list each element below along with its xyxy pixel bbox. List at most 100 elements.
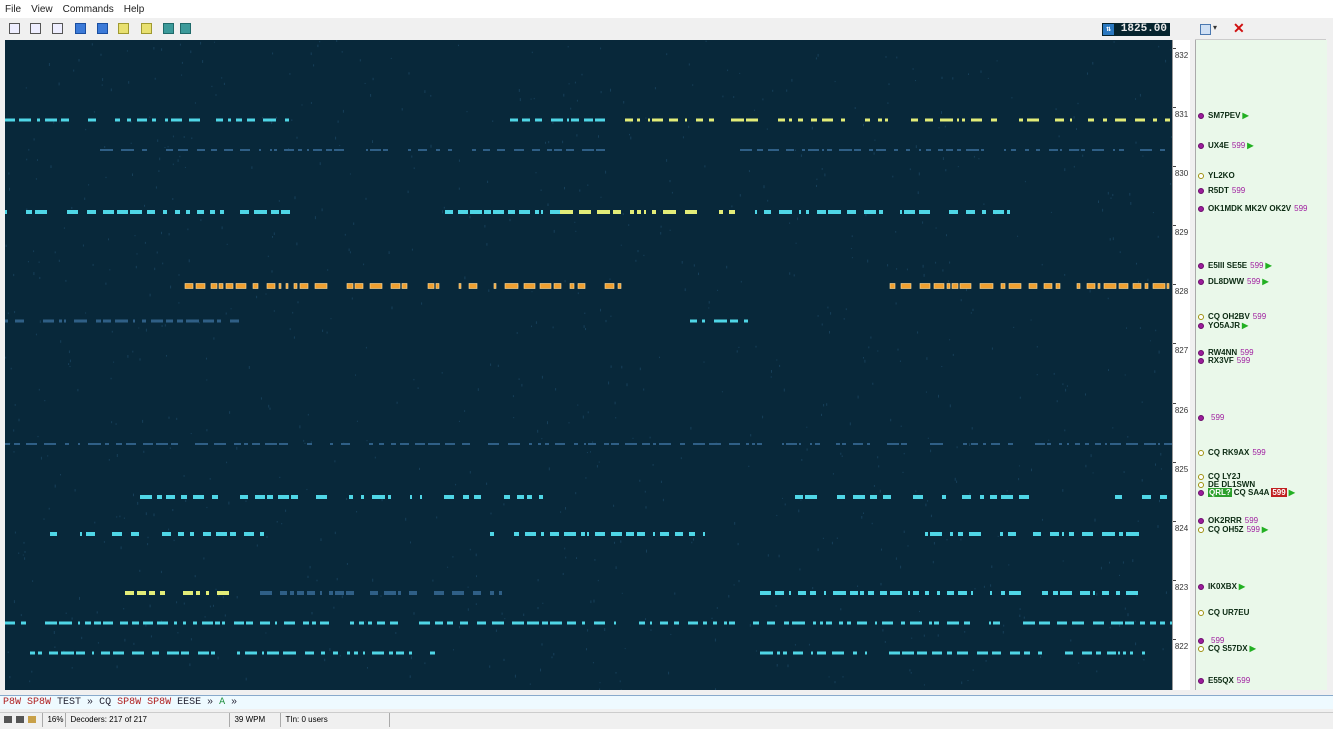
dropdown-icon[interactable] — [1200, 24, 1211, 35]
signal-trace-segment — [428, 443, 440, 445]
noise-speck — [58, 259, 60, 262]
camera-icon[interactable] — [9, 23, 20, 34]
signal-trace-segment — [703, 532, 705, 536]
save-icon[interactable] — [97, 23, 108, 34]
play-arrow-icon[interactable]: ▶ — [1250, 644, 1256, 653]
waterfall-display[interactable] — [5, 40, 1172, 690]
play-arrow-icon[interactable]: ▶ — [1262, 525, 1268, 534]
signal-trace-segment — [832, 651, 844, 655]
spot-item[interactable]: RX3VF 599 — [1198, 356, 1250, 366]
noise-speck — [817, 315, 819, 317]
noise-speck — [366, 440, 368, 442]
noise-speck — [1136, 595, 1138, 597]
notepad-icon[interactable] — [141, 23, 152, 34]
signal-trace-segment — [210, 283, 218, 289]
signal-trace-segment — [595, 532, 605, 536]
download-icon[interactable] — [75, 23, 86, 34]
chart-icon[interactable] — [28, 716, 37, 724]
marker-icon[interactable] — [118, 23, 129, 34]
noise-speck — [44, 400, 46, 402]
keyboard-icon[interactable] — [30, 23, 41, 34]
spot-item[interactable]: YO5AJR ▶ — [1198, 321, 1248, 331]
signal-trace-segment — [979, 283, 994, 289]
noise-speck — [985, 660, 987, 662]
spot-item[interactable]: OK1MDK MK2V OK2V 599 — [1198, 204, 1307, 214]
noise-speck — [1134, 620, 1136, 623]
spot-item[interactable]: UX4E 599 ▶ — [1198, 141, 1253, 151]
monitor-icon[interactable] — [4, 716, 12, 724]
noise-speck — [531, 51, 533, 54]
signal-trace-segment — [847, 621, 851, 625]
signal-trace-segment — [822, 149, 824, 151]
noise-speck — [1109, 238, 1111, 241]
noise-speck — [411, 248, 413, 251]
spot-item[interactable]: E5III SE5E 599 ▶ — [1198, 261, 1272, 271]
play-arrow-icon[interactable]: ▶ — [1289, 488, 1295, 497]
signal-trace-segment — [837, 495, 845, 499]
lock-icon[interactable] — [16, 716, 25, 724]
noise-speck — [346, 497, 348, 500]
noise-speck — [1158, 350, 1160, 354]
noise-speck — [956, 446, 958, 449]
play-arrow-icon[interactable]: ▶ — [1266, 261, 1272, 270]
spot-item[interactable]: E55QX 599 — [1198, 676, 1250, 686]
signal-trace-segment — [363, 651, 365, 655]
noise-speck — [35, 333, 37, 336]
spot-item[interactable]: CQ RK9AX 599 — [1198, 448, 1266, 458]
signal-trace-segment — [786, 149, 794, 151]
signal-trace-segment — [281, 210, 290, 214]
play-arrow-icon[interactable]: ▶ — [1239, 582, 1245, 591]
noise-speck — [738, 346, 740, 348]
spot-item[interactable]: 599 — [1198, 413, 1224, 423]
signal-trace-segment — [157, 621, 168, 625]
play-arrow-icon[interactable]: ▶ — [1242, 321, 1248, 330]
menu-view[interactable]: View — [26, 4, 58, 15]
spot-item[interactable]: SM7PEV ▶ — [1198, 111, 1249, 121]
menu-commands[interactable]: Commands — [58, 4, 119, 15]
spot-item[interactable]: R5DT 599 — [1198, 186, 1245, 196]
spot-item[interactable]: IK0XBX ▶ — [1198, 582, 1245, 592]
speaker-icon[interactable] — [52, 23, 63, 34]
zoom-icon[interactable] — [163, 23, 174, 34]
signal-trace-segment — [267, 495, 273, 499]
noise-speck — [564, 186, 565, 190]
noise-speck — [464, 276, 466, 280]
status-icons — [0, 713, 44, 727]
noise-speck — [102, 78, 104, 81]
spot-marker-icon — [1198, 414, 1204, 421]
close-icon[interactable]: ✕ — [1233, 20, 1245, 37]
spot-item[interactable]: CQ UR7EU — [1198, 608, 1249, 618]
noise-speck — [941, 366, 943, 368]
play-arrow-icon[interactable]: ▶ — [1242, 111, 1248, 120]
noise-speck — [854, 107, 856, 109]
decode-line: P8W SP8W TEST » CQ SP8W SP8W EESE » A » — [0, 695, 1333, 709]
signal-trace-segment — [724, 621, 727, 625]
signal-trace-segment — [130, 210, 142, 214]
lock-icon[interactable]: ⇅ — [1103, 24, 1114, 35]
noise-speck — [228, 501, 230, 505]
spot-list[interactable]: SM7PEV ▶ UX4E 599 ▶ YL2KO R5DT 599 OK1MDK MK2V O… — [1195, 40, 1327, 690]
noise-speck — [861, 516, 863, 519]
signal-trace-segment — [384, 591, 396, 595]
frequency-display[interactable]: ⇅ 1825.00 — [1102, 23, 1170, 36]
signal-trace-segment — [1069, 532, 1074, 536]
noise-speck — [800, 154, 802, 157]
spot-item[interactable]: CQ S57DX ▶ — [1198, 644, 1256, 654]
signal-trace-segment — [166, 319, 173, 323]
noise-speck — [236, 446, 238, 450]
spot-item[interactable]: CQ OH5Z 599 ▶ — [1198, 525, 1268, 535]
menu-help[interactable]: Help — [119, 4, 150, 15]
window-icon[interactable] — [180, 23, 191, 34]
play-arrow-icon[interactable]: ▶ — [1262, 277, 1268, 286]
noise-speck — [682, 136, 684, 139]
noise-speck — [92, 263, 94, 266]
spot-item[interactable]: YL2KO — [1198, 171, 1235, 181]
menu-file[interactable]: File — [0, 4, 26, 15]
play-arrow-icon[interactable]: ▶ — [1247, 141, 1253, 150]
noise-speck — [116, 665, 118, 669]
spot-item[interactable]: QRL? CQ SA4A 599 ▶ — [1198, 488, 1295, 498]
signal-trace-segment — [252, 283, 259, 289]
spot-item[interactable]: DL8DWW 599 ▶ — [1198, 277, 1269, 287]
chevron-down-icon[interactable]: ▾ — [1213, 23, 1217, 32]
noise-speck — [489, 665, 491, 668]
